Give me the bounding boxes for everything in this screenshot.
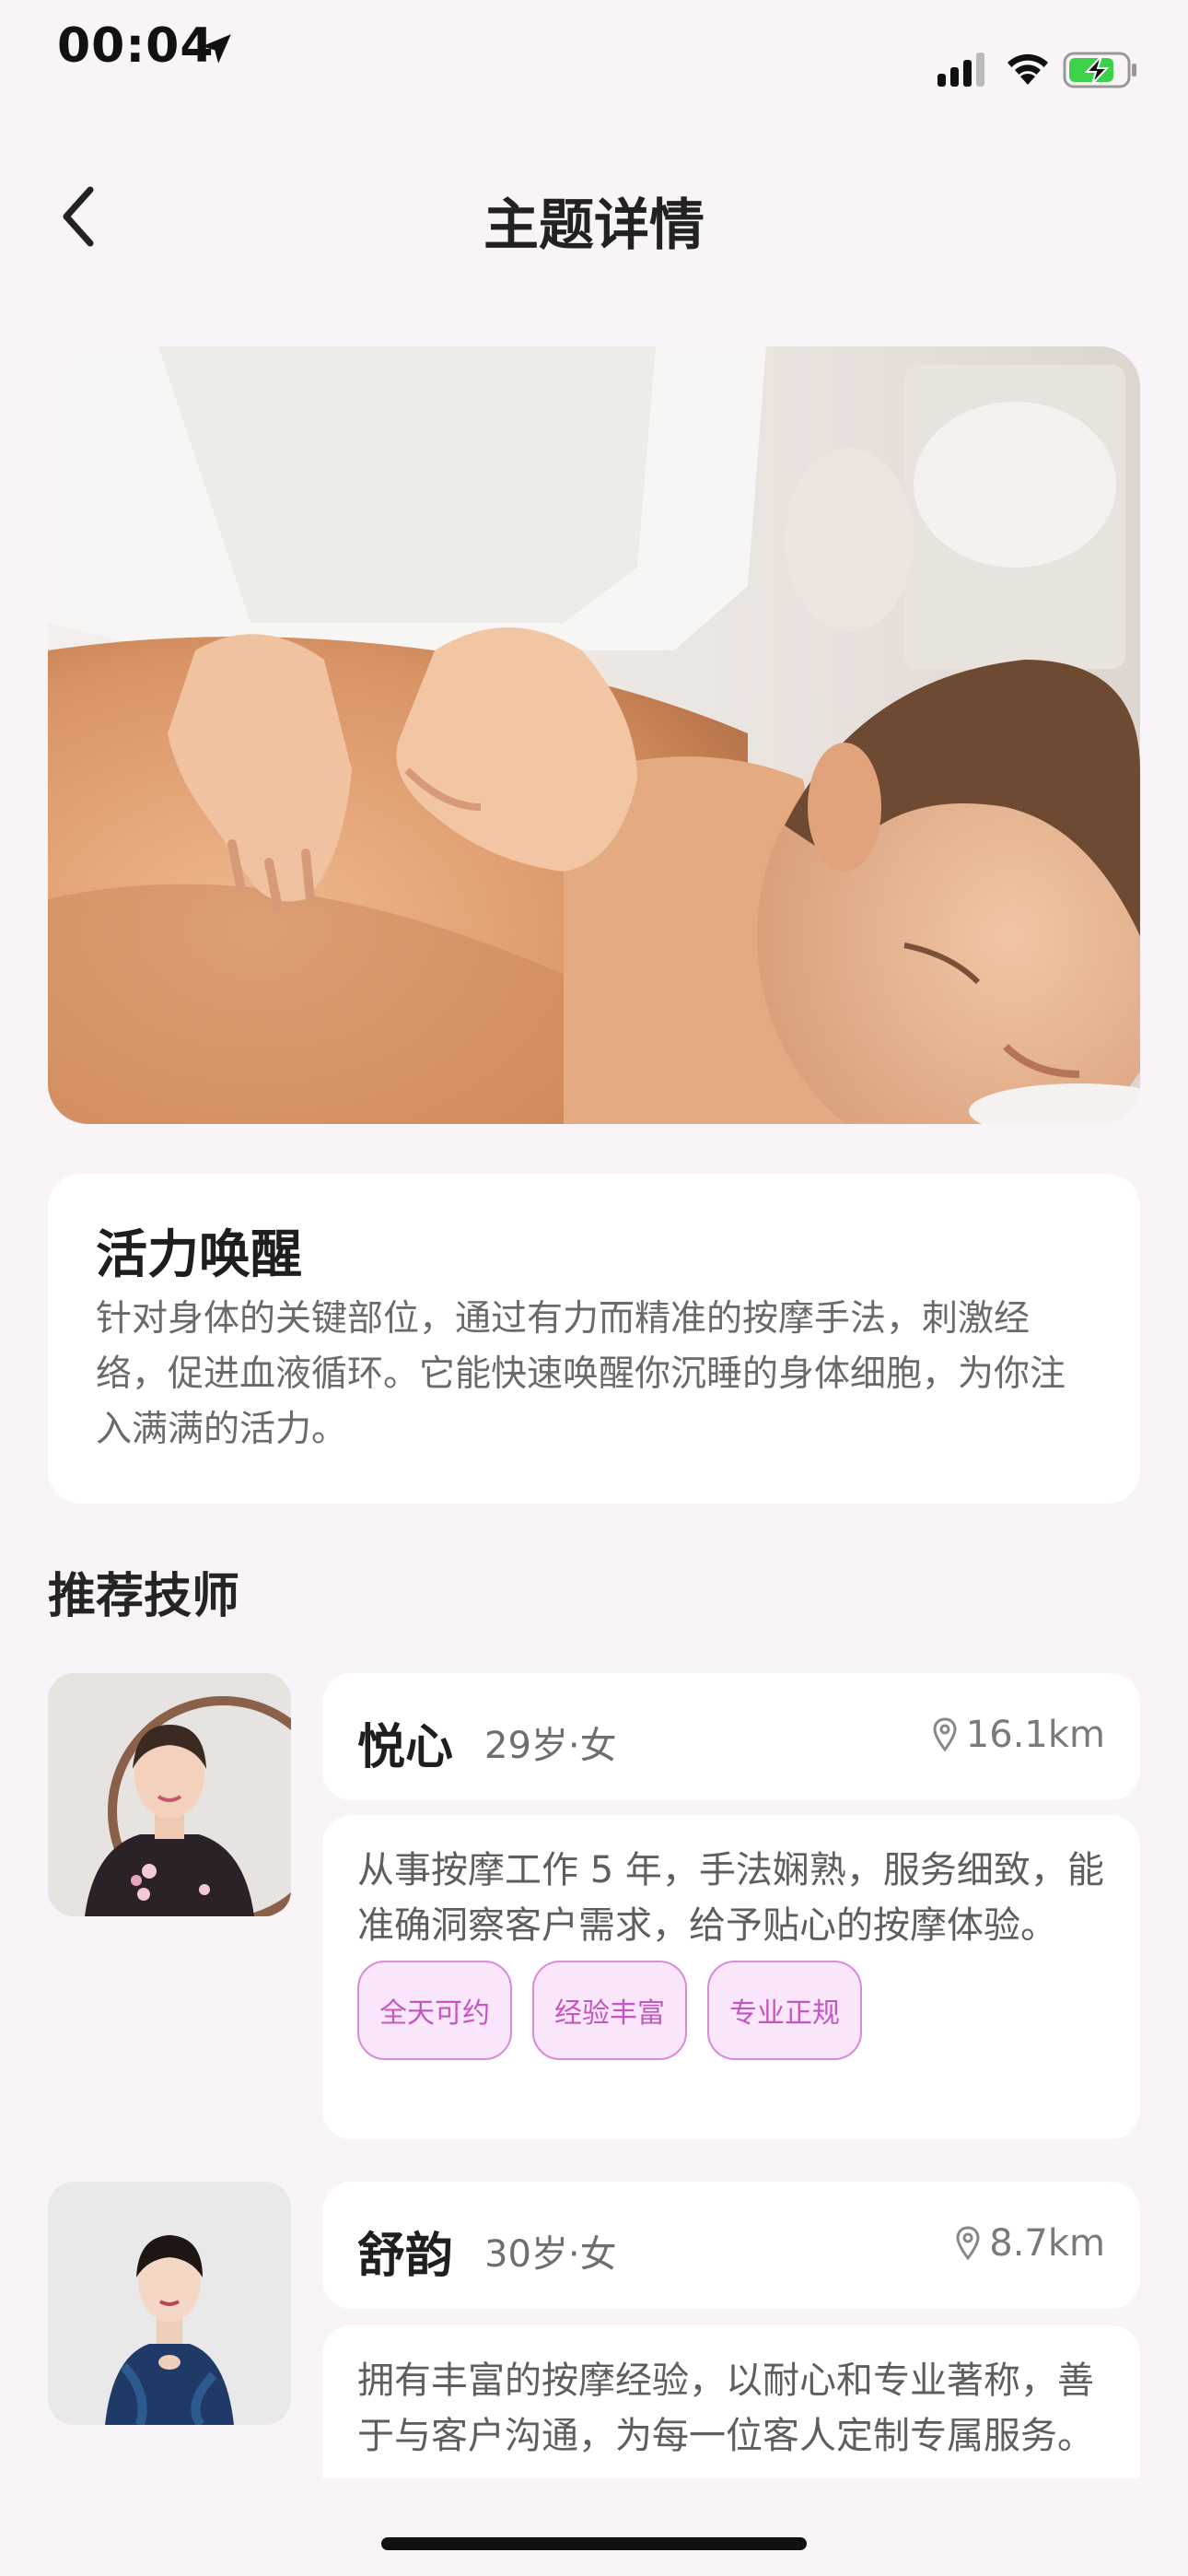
therapist-info-card[interactable]: 悦心 29岁·女 16.1km (322, 1673, 1140, 1800)
therapist-distance-group: 8.7km (954, 2222, 1105, 2265)
therapist-distance: 16.1km (965, 1714, 1105, 1756)
therapist-name: 悦心 (357, 1720, 454, 1775)
wifi-icon (1007, 53, 1048, 85)
status-time: 00:04 (57, 18, 215, 74)
therapist-distance-group: 16.1km (931, 1714, 1105, 1756)
page-title: 主题详情 (483, 193, 705, 258)
therapist-bio: 拥有丰富的按摩经验，以耐心和专业著称，善于与客户沟通，为每一位客人定制专属服务。 (357, 2359, 1094, 2457)
therapist-info-card[interactable]: 舒韵 30岁·女 8.7km (322, 2182, 1140, 2309)
tag-professional[interactable]: 专业正规 (707, 1961, 862, 2060)
bottom-safe-area (0, 2478, 1188, 2576)
therapist-age-gender: 30岁·女 (484, 2233, 617, 2276)
therapist-avatar[interactable] (48, 1673, 291, 1916)
theme-title: 活力唤醒 (96, 1225, 302, 1285)
theme-description: 针对身体的关键部位，通过有力而精准的按摩手法，刺激经络，促进血液循环。它能快速唤… (96, 1298, 1066, 1450)
map-pin-icon (956, 2226, 980, 2261)
map-pin-icon (933, 1717, 957, 1752)
battery-charging-icon (1063, 52, 1136, 88)
therapist-avatar[interactable] (48, 2182, 291, 2425)
therapist-tags: 全天可约 经验丰富 专业正规 (357, 1961, 1105, 2060)
recommend-section-title: 推荐技师 (48, 1569, 240, 1624)
therapist-distance: 8.7km (989, 2222, 1105, 2265)
home-indicator[interactable] (381, 2537, 807, 2550)
theme-intro-card: 活力唤醒 针对身体的关键部位，通过有力而精准的按摩手法，刺激经络，促进血液循环。… (48, 1174, 1140, 1504)
therapist-bio-card: 从事按摩工作 5 年，手法娴熟，服务细致，能准确洞察客户需求，给予贴心的按摩体验… (322, 1815, 1140, 2139)
therapist-age-gender: 29岁·女 (484, 1725, 617, 1767)
therapist-name: 舒韵 (357, 2229, 454, 2284)
location-arrow-icon (202, 34, 231, 64)
status-bar: 00:04 (0, 0, 1188, 120)
tag-experienced[interactable]: 经验丰富 (532, 1961, 687, 2060)
therapist-bio: 从事按摩工作 5 年，手法娴熟，服务细致，能准确洞察客户需求，给予贴心的按摩体验… (357, 1849, 1104, 1947)
theme-hero-image (48, 346, 1140, 1124)
tag-available-all-day[interactable]: 全天可约 (357, 1961, 512, 2060)
cellular-signal-icon (938, 53, 984, 87)
